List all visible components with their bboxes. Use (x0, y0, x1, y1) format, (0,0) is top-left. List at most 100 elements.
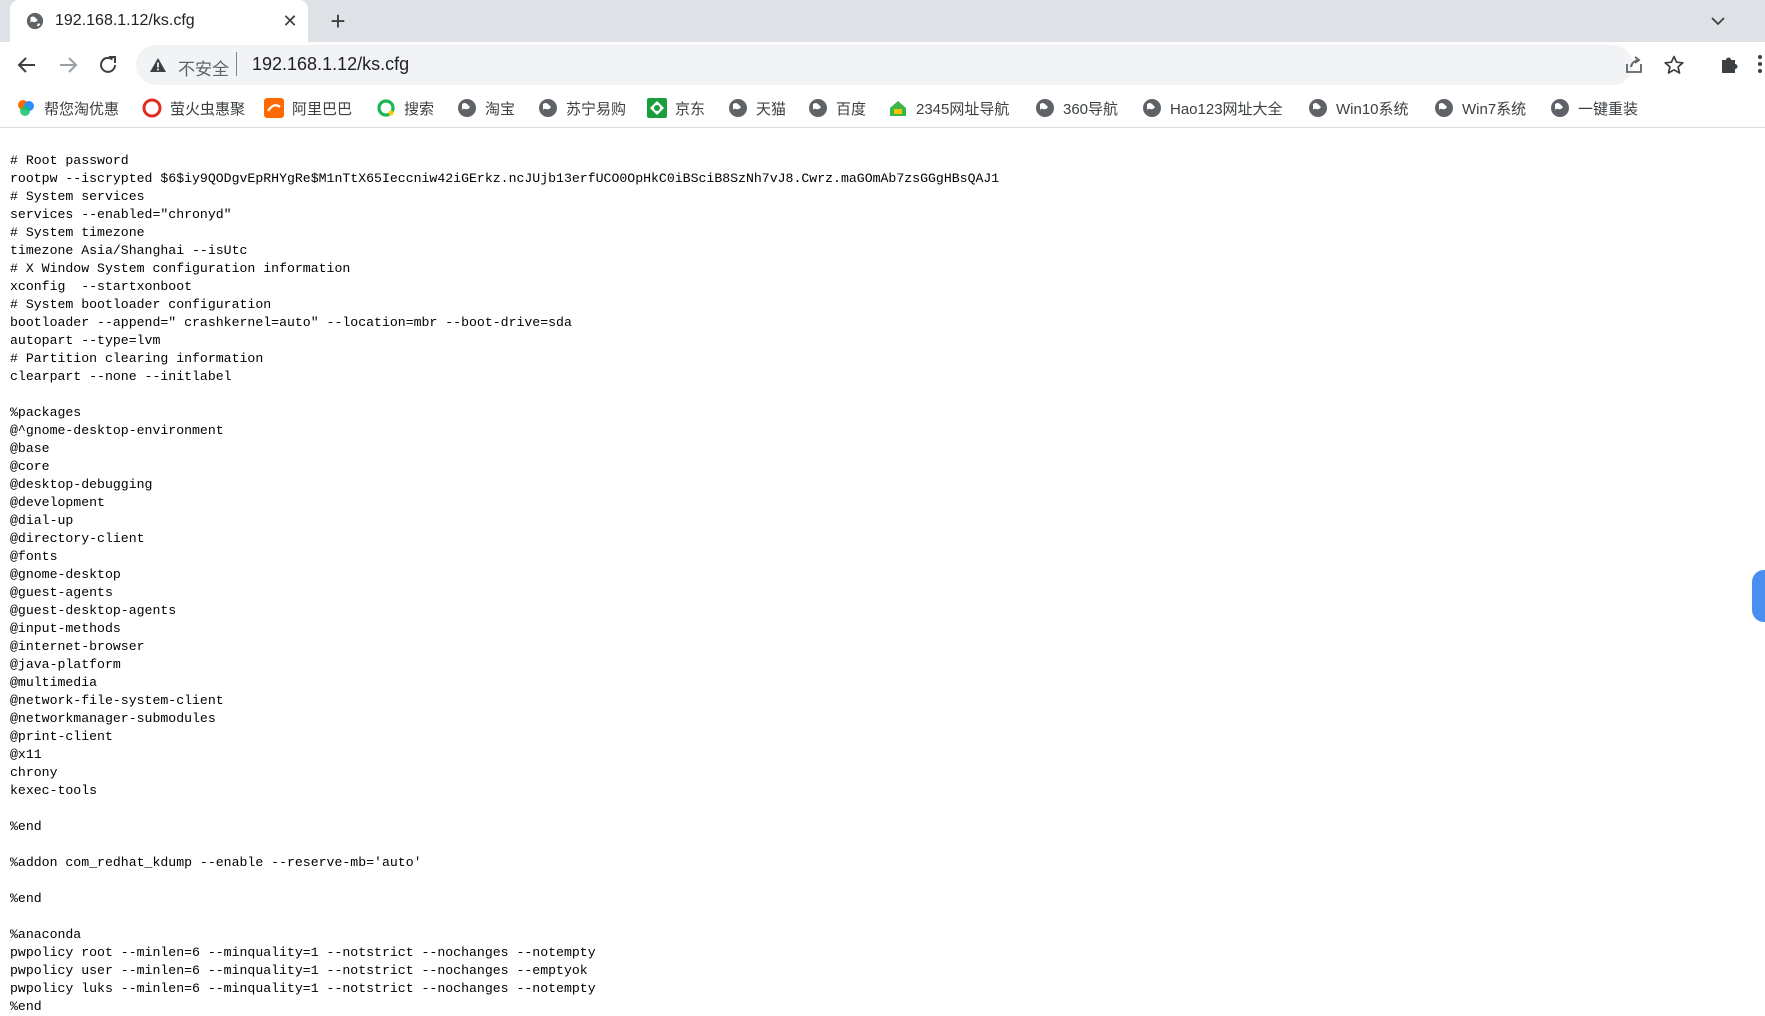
globe-icon (1309, 99, 1327, 117)
bookmark-item[interactable]: Hao123网址大全 (1142, 96, 1283, 120)
line-addon-kdump: %addon com_redhat_kdump --enable --reser… (10, 855, 422, 870)
line-package: @directory-client (10, 531, 145, 546)
globe-icon (1143, 99, 1161, 117)
line-package: @base (10, 441, 50, 456)
line-package: chrony (10, 765, 58, 780)
back-arrow-icon[interactable] (13, 51, 41, 79)
line-package: @core (10, 459, 50, 474)
line-xconfig: xconfig --startxonboot (10, 279, 193, 294)
warning-triangle-icon[interactable] (149, 56, 167, 74)
line-package: @networkmanager-submodules (10, 711, 216, 726)
globe-icon (26, 12, 44, 30)
tab-active[interactable]: 192.168.1.12/ks.cfg ✕ (10, 0, 308, 42)
line-services: services --enabled="chronyd" (10, 207, 232, 222)
bookmarks-bar: 帮您淘优惠 萤火虫惠聚 阿里巴巴 搜索 淘宝 苏宁易购 京东 天猫 百度 234… (0, 88, 1765, 128)
line-bootloader-comment: # System bootloader configuration (10, 297, 272, 312)
line-package: @gnome-desktop (10, 567, 121, 582)
line-package: @dial-up (10, 513, 74, 528)
line-pwpolicy-user: pwpolicy user --minlen=6 --minquality=1 … (10, 963, 588, 978)
bookmark-item[interactable]: 帮您淘优惠 (16, 96, 119, 120)
line-package: @input-methods (10, 621, 121, 636)
bookmark-item[interactable]: 阿里巴巴 (264, 96, 352, 120)
globe-icon (809, 99, 827, 117)
line-pwpolicy-root: pwpolicy root --minlen=6 --minquality=1 … (10, 945, 596, 960)
line-pwpolicy-luks: pwpolicy luks --minlen=6 --minquality=1 … (10, 981, 596, 996)
globe-icon (1435, 99, 1453, 117)
menu-dots-icon[interactable] (1755, 52, 1765, 76)
360-search-icon (377, 99, 395, 117)
extensions-puzzle-icon[interactable] (1718, 52, 1742, 76)
share-icon[interactable] (1623, 54, 1645, 76)
alibaba-icon (264, 98, 284, 118)
globe-icon (1551, 99, 1569, 117)
bookmark-item[interactable]: 淘宝 (457, 96, 515, 120)
line-clearpart: clearpart --none --initlabel (10, 369, 232, 384)
browser-toolbar: 不安全 192.168.1.12/ks.cfg (0, 42, 1765, 88)
line-timezone-comment: # System timezone (10, 225, 145, 240)
line-package: kexec-tools (10, 783, 98, 798)
line-packages: %packages (10, 405, 82, 420)
globe-icon (729, 99, 747, 117)
line-blank (10, 908, 999, 926)
bookmark-item[interactable]: 天猫 (728, 96, 786, 120)
line-package: @development (10, 495, 105, 510)
line-bootloader: bootloader --append=" crashkernel=auto" … (10, 315, 572, 330)
bookmark-item[interactable]: Win10系统 (1308, 96, 1409, 120)
line-package: @network-file-system-client (10, 693, 224, 708)
tab-strip: 192.168.1.12/ks.cfg ✕ + (0, 0, 1765, 42)
bookmark-item[interactable]: 百度 (808, 96, 866, 120)
line-clearpart-comment: # Partition clearing information (10, 351, 264, 366)
taobao-deals-icon (18, 100, 34, 116)
bookmark-item[interactable]: 京东 (647, 96, 705, 120)
tab-close-button[interactable]: ✕ (280, 11, 300, 31)
line-blank (10, 800, 999, 818)
forward-arrow-icon[interactable] (54, 51, 82, 79)
globe-icon (458, 99, 476, 117)
line-autopart: autopart --type=lvm (10, 333, 161, 348)
reload-icon[interactable] (94, 51, 122, 79)
firefly-icon (142, 98, 162, 118)
line-package: @internet-browser (10, 639, 145, 654)
chevron-down-icon[interactable] (1706, 9, 1730, 33)
bookmark-item[interactable]: 萤火虫惠聚 (142, 96, 245, 120)
bookmark-item[interactable]: 2345网址导航 (888, 96, 1009, 120)
line-end: %end (10, 891, 42, 906)
line-package: @desktop-debugging (10, 477, 153, 492)
line-rootpw: rootpw --iscrypted $6$iy9QODgvEpRHYgRe$M… (10, 171, 1000, 186)
line-package: @multimedia (10, 675, 98, 690)
jd-icon (647, 98, 667, 118)
line-package: @x11 (10, 747, 42, 762)
line-package: @guest-agents (10, 585, 113, 600)
address-separator (236, 52, 237, 76)
2345-icon (890, 101, 906, 116)
line-blank (10, 836, 999, 854)
bookmark-item[interactable]: 一键重装 (1550, 96, 1638, 120)
line-package: @print-client (10, 729, 113, 744)
line-package: @^gnome-desktop-environment (10, 423, 224, 438)
bookmark-item[interactable]: Win7系统 (1434, 96, 1526, 120)
floating-side-widget[interactable] (1752, 570, 1765, 622)
line-timezone: timezone Asia/Shanghai --isUtc (10, 243, 248, 258)
url-text[interactable]: 192.168.1.12/ks.cfg (252, 54, 409, 75)
globe-icon (1036, 99, 1054, 117)
security-status-label[interactable]: 不安全 (178, 55, 229, 80)
line-services-comment: # System services (10, 189, 145, 204)
kickstart-file-content: # Root password rootpw --iscrypted $6$iy9… (10, 152, 999, 1016)
line-package: @guest-desktop-agents (10, 603, 177, 618)
line-xconfig-comment: # X Window System configuration informat… (10, 261, 351, 276)
line-anaconda: %anaconda (10, 927, 82, 942)
new-tab-button[interactable]: + (324, 7, 352, 35)
line-blank (10, 872, 999, 890)
bookmark-item[interactable]: 苏宁易购 (538, 96, 626, 120)
bookmark-item[interactable]: 360导航 (1035, 96, 1118, 120)
tab-title: 192.168.1.12/ks.cfg (55, 12, 195, 29)
line-package: @java-platform (10, 657, 121, 672)
bookmark-star-icon[interactable] (1663, 54, 1685, 76)
bookmark-item[interactable]: 搜索 (376, 96, 434, 120)
line-end: %end (10, 999, 42, 1014)
globe-icon (539, 99, 557, 117)
address-bar[interactable]: 不安全 192.168.1.12/ks.cfg (136, 45, 1684, 85)
line-blank (10, 386, 999, 404)
line-end: %end (10, 819, 42, 834)
line-root-password-comment: # Root password (10, 153, 129, 168)
